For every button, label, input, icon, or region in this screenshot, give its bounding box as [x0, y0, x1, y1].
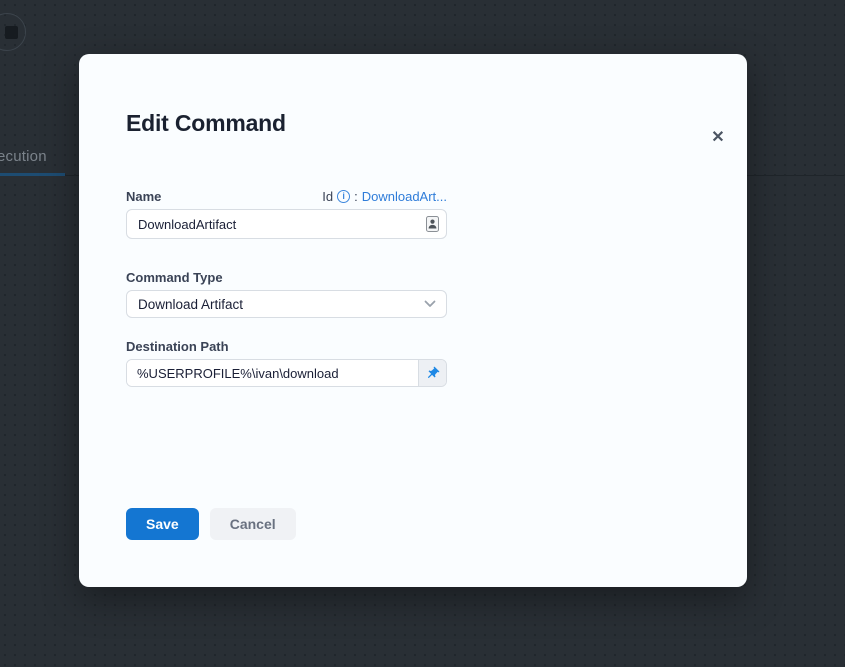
button-row: Save Cancel [126, 508, 447, 540]
id-label: Id [322, 189, 333, 204]
id-separator: : [354, 189, 358, 204]
destination-input[interactable] [127, 360, 418, 386]
stop-icon [5, 26, 18, 39]
autofill-contact-icon[interactable] [426, 216, 439, 232]
id-link[interactable]: DownloadArt... [362, 189, 447, 204]
name-field-header: Name Id i : DownloadArt... [126, 188, 447, 204]
command-type-select[interactable]: Download Artifact [126, 290, 447, 318]
destination-input-group [126, 359, 447, 387]
id-group: Id i : DownloadArt... [322, 189, 447, 204]
pin-addon-button[interactable] [418, 360, 446, 386]
command-type-value: Download Artifact [138, 297, 243, 312]
info-icon[interactable]: i [337, 190, 350, 203]
save-button[interactable]: Save [126, 508, 199, 540]
name-label: Name [126, 189, 161, 204]
chevron-down-icon [424, 300, 436, 308]
command-type-header: Command Type [126, 269, 447, 285]
edit-command-modal: ✕ Edit Command Name Id i : DownloadArt..… [79, 54, 747, 587]
close-button[interactable]: ✕ [703, 122, 733, 152]
name-input[interactable] [126, 209, 447, 239]
destination-header: Destination Path [126, 338, 447, 354]
active-tab-underline [0, 173, 65, 176]
stop-button[interactable] [0, 13, 26, 51]
command-type-label: Command Type [126, 270, 223, 285]
form: Name Id i : DownloadArt... Command Type … [126, 188, 447, 540]
cancel-button[interactable]: Cancel [210, 508, 296, 540]
pin-icon [422, 362, 443, 383]
modal-title: Edit Command [126, 108, 747, 138]
name-input-wrap [126, 209, 447, 239]
destination-label: Destination Path [126, 339, 229, 354]
tab-execution[interactable]: ecution [0, 148, 47, 165]
